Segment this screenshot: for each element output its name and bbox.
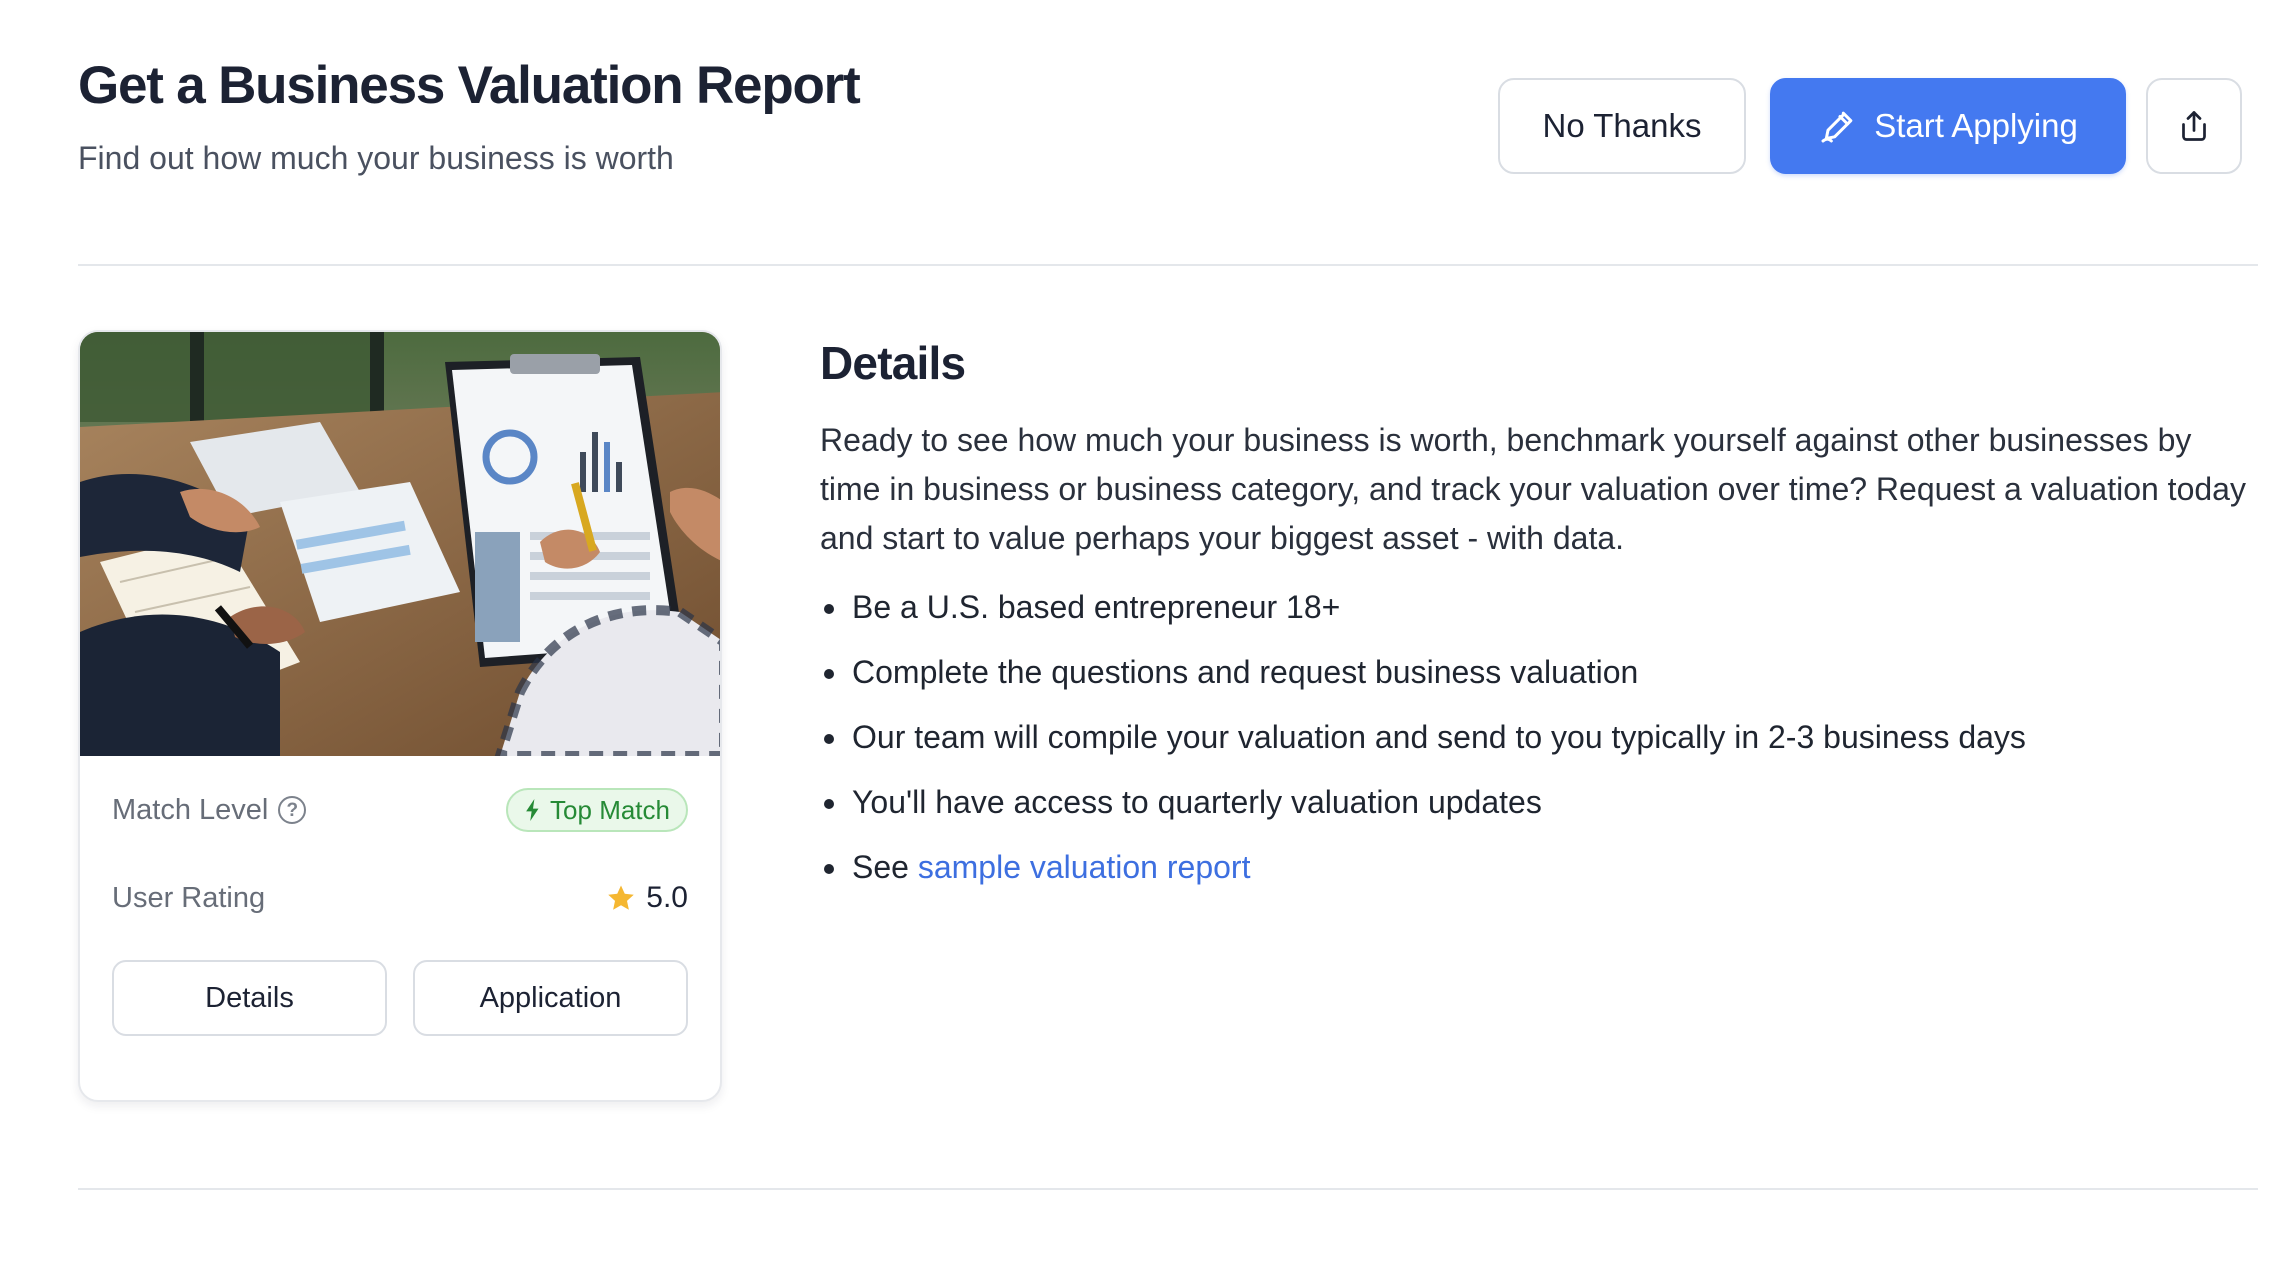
sample-valuation-report-link[interactable]: sample valuation report [918,849,1251,885]
details-button[interactable]: Details [112,960,387,1036]
details-description: Ready to see how much your business is w… [820,422,2246,556]
list-item-sample: See sample valuation report [820,847,2260,887]
header-divider [78,264,2258,266]
user-rating-value: 5.0 [646,881,688,914]
start-applying-button[interactable]: Start Applying [1770,78,2126,174]
offer-card: Match Level ? Top Match User Rating 5.0 … [78,330,722,1102]
details-section: Details Ready to see how much your busin… [820,332,2260,912]
lightning-icon [526,799,539,821]
top-match-text: Top Match [550,794,670,825]
photo-illustration [80,332,720,756]
card-buttons: Details Application [112,960,688,1036]
see-text: See [852,849,909,885]
application-button[interactable]: Application [413,960,688,1036]
footer-divider [78,1188,2258,1190]
user-rating-label: User Rating [112,881,266,914]
list-item: Complete the questions and request busin… [820,652,2260,692]
share-icon [2182,111,2206,141]
header-actions: No Thanks Start Applying [1498,78,2242,174]
list-item: Be a U.S. based entrepreneur 18+ [820,587,2260,627]
pen-icon [1821,111,1853,143]
page-header: Get a Business Valuation Report Find out… [78,52,2258,182]
user-rating-row: User Rating 5.0 [112,854,688,942]
card-body: Match Level ? Top Match User Rating 5.0 … [80,766,720,1036]
top-match-badge: Top Match [506,788,688,832]
list-item: You'll have access to quarterly valuatio… [820,782,2260,822]
user-rating: 5.0 [606,881,688,915]
star-icon [608,885,635,910]
no-thanks-button[interactable]: No Thanks [1498,78,1746,174]
list-item: Our team will compile your valuation and… [820,717,2260,757]
help-icon[interactable]: ? [278,796,307,824]
match-level-text: Match Level [112,793,269,826]
business-meeting-photo [80,332,720,756]
share-button[interactable] [2146,78,2242,174]
match-level-label: Match Level ? [112,793,307,827]
details-heading: Details [820,337,966,389]
start-applying-label: Start Applying [1874,107,2078,144]
requirements-list: Be a U.S. based entrepreneur 18+ Complet… [820,587,2260,887]
match-level-row: Match Level ? Top Match [112,766,688,854]
